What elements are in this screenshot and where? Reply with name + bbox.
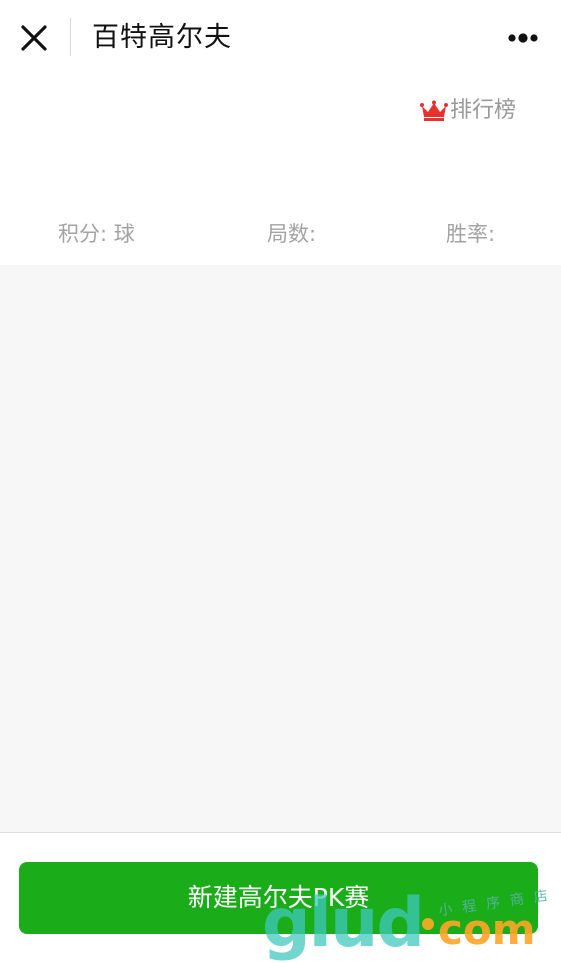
stats-row: 积分: 球 局数: 胜率:: [0, 212, 561, 256]
ranking-label: 排行榜: [450, 98, 517, 123]
page-title: 百特高尔夫: [92, 22, 232, 53]
rounds-stat: 局数:: [267, 222, 317, 246]
navbar-divider: [70, 18, 71, 56]
close-icon[interactable]: [16, 20, 52, 56]
ranking-link[interactable]: 排行榜: [420, 94, 516, 128]
more-dots-icon[interactable]: [500, 20, 546, 56]
crown-icon: [420, 100, 448, 122]
bottom-action-bar: 新建高尔夫PK赛: [0, 832, 561, 961]
winrate-stat: 胜率:: [446, 222, 496, 246]
score-stat: 积分: 球: [58, 222, 135, 246]
new-pk-match-button[interactable]: 新建高尔夫PK赛: [19, 862, 538, 934]
navigation-bar: 百特高尔夫: [0, 0, 561, 76]
match-list-area: [0, 265, 561, 832]
